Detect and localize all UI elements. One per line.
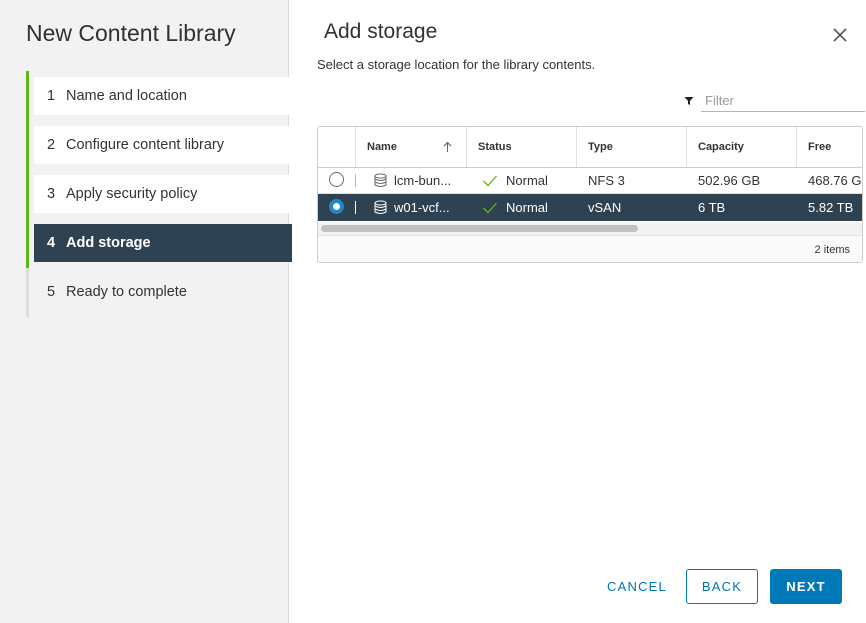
row-divider <box>355 201 356 214</box>
column-header-name[interactable]: Name <box>355 127 466 167</box>
check-icon <box>483 202 497 213</box>
item-count: 2 items <box>814 244 850 256</box>
sort-ascending-icon[interactable] <box>443 141 452 153</box>
step-label: Ready to complete <box>66 284 187 300</box>
column-header-status[interactable]: Status <box>466 127 576 167</box>
close-button[interactable] <box>830 25 850 45</box>
cancel-button[interactable]: CANCEL <box>600 569 674 604</box>
step-number: 1 <box>47 88 56 104</box>
grid-footer: 2 items <box>318 236 862 262</box>
step-number: 2 <box>47 137 56 153</box>
dialog-title: Add storage <box>324 20 438 43</box>
check-icon <box>483 175 497 186</box>
datastore-name: lcm-bun... <box>394 173 452 188</box>
grid-header: Name Status Type Capacity Free <box>318 127 862 168</box>
step-add-storage[interactable]: 4 Add storage <box>34 224 292 262</box>
column-header-capacity[interactable]: Capacity <box>686 127 796 167</box>
capacity-cell: 502.96 GB <box>698 173 761 188</box>
row-radio[interactable] <box>329 172 344 187</box>
datastore-icon <box>374 173 387 187</box>
table-row-selected[interactable]: w01-vcf... Normal vSAN 6 TB 5.82 TB <box>318 194 862 221</box>
next-button[interactable]: NEXT <box>770 569 842 604</box>
wizard-title: New Content Library <box>26 20 236 46</box>
status-text: Normal <box>506 200 548 215</box>
step-number: 4 <box>47 235 56 251</box>
type-cell: vSAN <box>588 200 622 215</box>
row-divider <box>355 174 356 187</box>
capacity-cell: 6 TB <box>698 200 726 215</box>
step-configure-content-library[interactable]: 2 Configure content library <box>34 126 292 164</box>
column-label: Status <box>478 141 512 153</box>
table-row[interactable]: lcm-bun... Normal NFS 3 502.96 GB 468.76… <box>318 167 862 194</box>
column-header-type[interactable]: Type <box>576 127 686 167</box>
filter-input[interactable] <box>701 90 865 112</box>
free-cell: 468.76 G <box>808 173 862 188</box>
column-label: Free <box>808 141 832 153</box>
step-ready-to-complete: 5 Ready to complete <box>34 273 292 311</box>
scrollbar-thumb[interactable] <box>321 225 638 232</box>
filter-box <box>684 90 865 112</box>
row-radio-checked[interactable] <box>329 199 344 214</box>
dialog-subtitle: Select a storage location for the librar… <box>317 57 596 72</box>
step-name-and-location[interactable]: 1 Name and location <box>34 77 292 115</box>
horizontal-scrollbar[interactable] <box>318 222 862 236</box>
column-select <box>318 127 355 167</box>
storage-grid: Name Status Type Capacity Free lcm-bun..… <box>317 126 863 263</box>
status-text: Normal <box>506 173 548 188</box>
step-label: Configure content library <box>66 137 224 153</box>
column-label: Type <box>588 141 613 153</box>
name-cell: w01-vcf... <box>373 194 450 221</box>
status-cell: Normal <box>482 194 548 221</box>
column-label: Name <box>367 141 397 153</box>
step-label: Name and location <box>66 88 187 104</box>
wizard-sidebar: New Content Library 1 Name and location … <box>0 0 292 623</box>
close-icon <box>833 28 847 42</box>
status-cell: Normal <box>482 167 548 194</box>
wizard-steps: 1 Name and location 2 Configure content … <box>26 71 292 317</box>
column-label: Capacity <box>698 141 744 153</box>
datastore-icon <box>374 200 387 214</box>
filter-icon <box>684 97 694 105</box>
free-cell: 5.82 TB <box>808 200 854 215</box>
column-header-free[interactable]: Free <box>796 127 862 167</box>
step-label: Apply security policy <box>66 186 198 202</box>
name-cell: lcm-bun... <box>373 167 451 194</box>
step-number: 5 <box>47 284 56 300</box>
step-label: Add storage <box>66 235 151 251</box>
back-button[interactable]: BACK <box>686 569 758 604</box>
step-apply-security-policy[interactable]: 3 Apply security policy <box>34 175 292 213</box>
type-cell: NFS 3 <box>588 173 625 188</box>
datastore-name: w01-vcf... <box>394 200 450 215</box>
step-number: 3 <box>47 186 56 202</box>
